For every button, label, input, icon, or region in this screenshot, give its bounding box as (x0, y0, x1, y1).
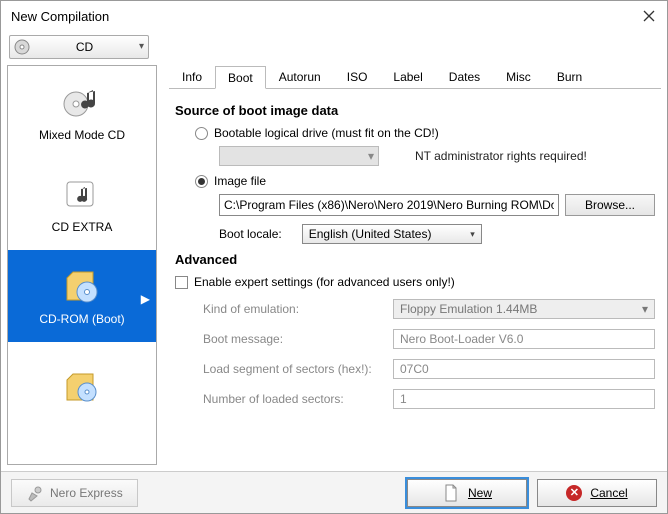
browse-button[interactable]: Browse... (565, 194, 655, 216)
tab-misc[interactable]: Misc (493, 65, 544, 88)
image-path-input[interactable] (219, 194, 559, 216)
combo-value: English (United States) (309, 227, 432, 241)
nero-express-label: Nero Express (50, 486, 123, 500)
radio-icon (195, 175, 208, 188)
disc-type-combo[interactable]: CD ▾ (9, 35, 149, 59)
emulation-value: Floppy Emulation 1.44MB (400, 302, 537, 316)
cd-extra-icon (61, 174, 103, 214)
sidebar-item-label: Mixed Mode CD (39, 128, 125, 142)
main-area: Mixed Mode CD CD EXTRA CD-ROM (Boot) ▶ (1, 59, 667, 465)
chevron-down-icon: ▾ (642, 302, 648, 316)
nero-express-button[interactable]: Nero Express (11, 479, 138, 507)
document-icon (442, 484, 460, 502)
tab-strip: Info Boot Autorun ISO Label Dates Misc B… (169, 65, 661, 89)
boot-panel: Source of boot image data Bootable logic… (169, 89, 661, 465)
type-selector-row: CD ▾ (1, 31, 667, 59)
boot-locale-label: Boot locale: (219, 227, 282, 241)
num-sectors-field: 1 (393, 389, 655, 409)
sidebar-item-cd-rom-boot[interactable]: CD-ROM (Boot) ▶ (8, 250, 156, 342)
rocket-icon (26, 484, 44, 502)
tab-iso[interactable]: ISO (334, 65, 381, 88)
cancel-label: Cancel (590, 486, 627, 500)
mixed-mode-cd-icon (61, 82, 103, 122)
load-segment-field: 07C0 (393, 359, 655, 379)
boot-message-field: Nero Boot-Loader V6.0 (393, 329, 655, 349)
tab-label[interactable]: Label (380, 65, 435, 88)
advanced-section-title: Advanced (175, 252, 655, 267)
chevron-down-icon: ▾ (139, 41, 144, 52)
chevron-down-icon: ▾ (470, 229, 475, 240)
sidebar-item-next[interactable] (8, 342, 156, 434)
load-segment-label: Load segment of sectors (hex!): (203, 362, 393, 376)
cancel-button[interactable]: ✕ Cancel (537, 479, 657, 507)
boot-locale-combo[interactable]: English (United States) ▾ (302, 224, 482, 244)
tab-info[interactable]: Info (169, 65, 215, 88)
tab-burn[interactable]: Burn (544, 65, 595, 88)
new-label: New (468, 486, 492, 500)
titlebar: New Compilation (1, 1, 667, 31)
sidebar-item-label: CD-ROM (Boot) (39, 312, 124, 326)
sidebar-item-cd-extra[interactable]: CD EXTRA (8, 158, 156, 250)
radio-icon (195, 127, 208, 140)
footer-buttons: New ✕ Cancel (407, 479, 657, 507)
admin-rights-note: NT administrator rights required! (415, 149, 587, 163)
enable-expert-checkbox[interactable]: Enable expert settings (for advanced use… (175, 275, 655, 289)
checkbox-label: Enable expert settings (for advanced use… (194, 275, 455, 289)
radio-image-file[interactable]: Image file (195, 174, 655, 188)
disc-type-label: CD (76, 40, 93, 54)
emulation-combo: Floppy Emulation 1.44MB ▾ (393, 299, 655, 319)
close-icon (643, 10, 655, 22)
content-panel: Info Boot Autorun ISO Label Dates Misc B… (169, 65, 661, 465)
close-button[interactable] (641, 8, 657, 24)
source-section-title: Source of boot image data (175, 103, 655, 118)
logical-drive-combo: ▾ (219, 146, 379, 166)
radio-bootable-drive[interactable]: Bootable logical drive (must fit on the … (195, 126, 655, 140)
sidebar-wrap: Mixed Mode CD CD EXTRA CD-ROM (Boot) ▶ (7, 65, 157, 465)
new-button[interactable]: New (407, 479, 527, 507)
chevron-down-icon: ▾ (368, 149, 374, 163)
project-type-sidebar: Mixed Mode CD CD EXTRA CD-ROM (Boot) ▶ (7, 65, 157, 465)
tab-boot[interactable]: Boot (215, 66, 266, 89)
selection-arrow-icon: ▶ (141, 292, 150, 306)
num-sectors-label: Number of loaded sectors: (203, 392, 393, 406)
boot-message-label: Boot message: (203, 332, 393, 346)
emulation-label: Kind of emulation: (203, 302, 393, 316)
tab-autorun[interactable]: Autorun (266, 65, 334, 88)
tab-dates[interactable]: Dates (436, 65, 493, 88)
footer: Nero Express New ✕ Cancel (1, 471, 667, 513)
sidebar-item-label: CD EXTRA (52, 220, 113, 234)
sidebar-item-mixed-mode-cd[interactable]: Mixed Mode CD (8, 66, 156, 158)
disc-icon (14, 39, 30, 55)
cancel-icon: ✕ (566, 485, 582, 501)
folder-disc-icon (61, 368, 103, 408)
cd-rom-boot-icon (61, 266, 103, 306)
radio-label: Image file (214, 174, 266, 188)
checkbox-icon (175, 276, 188, 289)
radio-label: Bootable logical drive (must fit on the … (214, 126, 439, 140)
window-title: New Compilation (11, 9, 109, 24)
